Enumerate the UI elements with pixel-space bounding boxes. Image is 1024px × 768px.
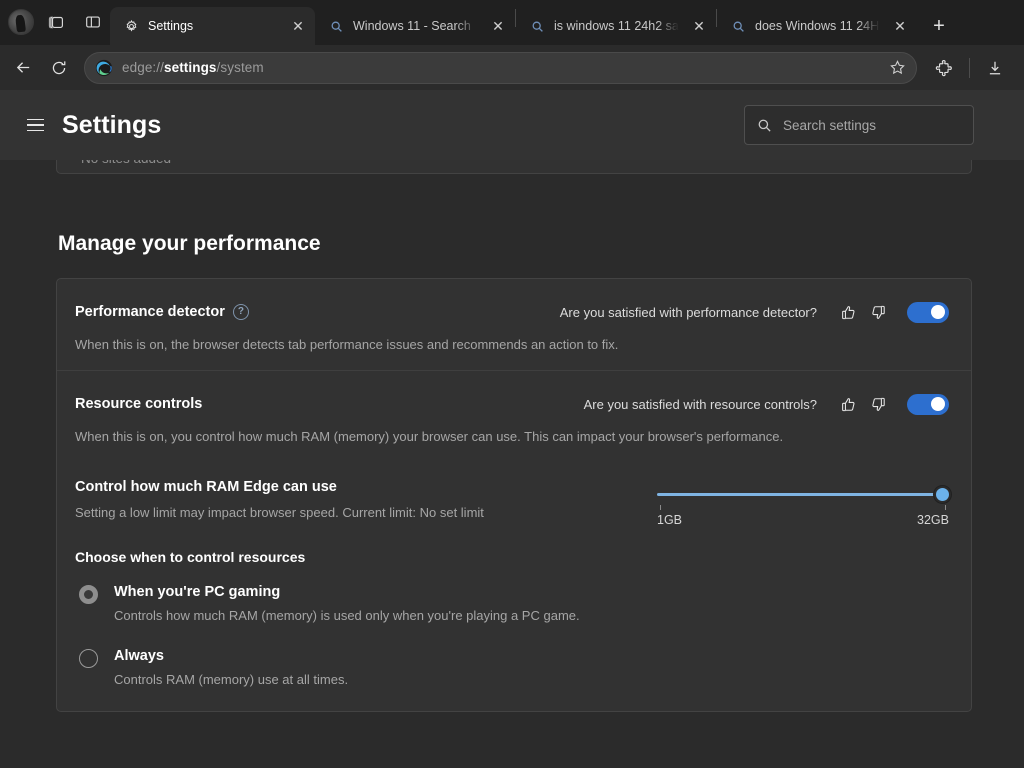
browser-toolbar: edge://settings/system — [0, 45, 1024, 90]
search-icon — [529, 18, 545, 34]
tabstrip-left-controls — [4, 0, 110, 45]
row-performance-detector: Performance detector ? Are you satisfied… — [57, 279, 971, 370]
feedback-prompt: Are you satisfied with resource controls… — [584, 397, 817, 412]
row-controls: Are you satisfied with performance detec… — [560, 297, 949, 327]
settings-content: No sites added Manage your performance P… — [0, 160, 1024, 712]
thumbs-up-icon[interactable] — [833, 297, 863, 327]
row-resource-controls: Resource controls Are you satisfied with… — [57, 370, 971, 462]
no-sites-added-text: No sites added — [81, 160, 171, 166]
edge-logo-icon — [95, 59, 113, 77]
radio-title: Always — [114, 648, 164, 664]
slider-ticks — [657, 505, 949, 512]
tab-title: Windows 11 - Search — [353, 19, 478, 33]
radio-description: Controls RAM (memory) use at all times. — [114, 672, 348, 687]
row-header: Performance detector ? Are you satisfied… — [75, 297, 949, 327]
tab-list: Settings ✕ Windows 11 - Search ✕ — [110, 0, 1018, 45]
performance-card: Performance detector ? Are you satisfied… — [56, 278, 972, 712]
tab-strip: Settings ✕ Windows 11 - Search ✕ — [0, 0, 1024, 45]
slider-scale: 1GB 32GB — [657, 513, 949, 527]
setting-description: When this is on, you control how much RA… — [75, 428, 949, 446]
radio-title: When you're PC gaming — [114, 584, 280, 600]
reload-button[interactable] — [42, 51, 76, 85]
tab-title: Settings — [148, 19, 278, 33]
thumbs-down-icon[interactable] — [863, 389, 893, 419]
url-path: /system — [217, 60, 264, 75]
performance-detector-toggle[interactable] — [907, 302, 949, 323]
settings-search-wrapper — [744, 105, 974, 145]
ram-slider-block: 1GB 32GB — [657, 478, 949, 527]
tab-does-windows-11-24h[interactable]: does Windows 11 24H ✕ — [717, 7, 917, 45]
avatar — [8, 9, 34, 35]
search-icon — [328, 18, 344, 34]
settings-header: Settings — [0, 90, 1024, 160]
radio-group-heading: Choose when to control resources — [75, 549, 949, 565]
tab-close-button[interactable]: ✕ — [287, 15, 309, 37]
radio-button[interactable] — [79, 649, 98, 668]
setting-label: Performance detector — [75, 304, 225, 320]
profile-avatar-button[interactable] — [4, 5, 38, 39]
previous-section-card: No sites added — [56, 160, 972, 174]
tab-title: does Windows 11 24H — [755, 19, 880, 33]
tab-close-button[interactable]: ✕ — [688, 15, 710, 37]
resource-controls-toggle[interactable] — [907, 394, 949, 415]
downloads-button[interactable] — [978, 51, 1012, 85]
radio-text: When you're PC gaming Controls how much … — [114, 583, 580, 623]
search-input[interactable] — [783, 118, 961, 133]
row-header: Resource controls Are you satisfied with… — [75, 389, 949, 419]
search-icon — [730, 18, 746, 34]
tab-close-button[interactable]: ✕ — [889, 15, 911, 37]
toolbar-divider — [969, 58, 970, 78]
new-tab-button[interactable]: + — [923, 10, 955, 42]
menu-hamburger-icon[interactable] — [18, 108, 52, 142]
radio-option-pc-gaming[interactable]: When you're PC gaming Controls how much … — [75, 583, 949, 623]
tab-settings[interactable]: Settings ✕ — [110, 7, 315, 45]
slider-track — [657, 493, 949, 496]
slider-description: Setting a low limit may impact browser s… — [75, 504, 657, 522]
tab-close-button[interactable]: ✕ — [487, 15, 509, 37]
settings-search-box[interactable] — [744, 105, 974, 145]
tab-is-windows-11-24h2[interactable]: is windows 11 24h2 sa ✕ — [516, 7, 716, 45]
favorites-star-icon[interactable] — [882, 55, 912, 81]
slider-labels: Control how much RAM Edge can use Settin… — [75, 478, 657, 522]
search-icon — [757, 118, 772, 133]
thumbs-down-icon[interactable] — [863, 297, 893, 327]
extensions-button[interactable] — [927, 51, 961, 85]
slider-max-label: 32GB — [917, 513, 949, 527]
back-button[interactable] — [6, 51, 40, 85]
slider-min-label: 1GB — [657, 513, 682, 527]
gear-icon — [123, 18, 139, 34]
radio-option-always[interactable]: Always Controls RAM (memory) use at all … — [75, 647, 949, 687]
setting-description: When this is on, the browser detects tab… — [75, 336, 949, 354]
settings-page: Settings No sites added Manage your pe — [0, 90, 1024, 768]
thumbs-up-icon[interactable] — [833, 389, 863, 419]
radio-text: Always Controls RAM (memory) use at all … — [114, 647, 348, 687]
workspaces-button[interactable] — [40, 5, 74, 39]
feedback-prompt: Are you satisfied with performance detec… — [560, 305, 817, 320]
tab-actions-button[interactable] — [76, 5, 110, 39]
radio-description: Controls how much RAM (memory) is used o… — [114, 608, 580, 623]
url-host: settings — [164, 60, 217, 75]
page-title: Settings — [62, 111, 161, 140]
browser-window: Settings ✕ Windows 11 - Search ✕ — [0, 0, 1024, 768]
settings-scroll-area[interactable]: No sites added Manage your performance P… — [0, 160, 1024, 768]
resource-timing-radio-group: Choose when to control resources When yo… — [57, 539, 971, 711]
section-title: Manage your performance — [58, 232, 972, 256]
url-text: edge://settings/system — [122, 60, 882, 75]
ram-slider[interactable] — [657, 484, 949, 504]
split-screen-icon — [84, 13, 102, 31]
row-controls: Are you satisfied with resource controls… — [584, 389, 949, 419]
setting-label: Resource controls — [75, 396, 202, 412]
slider-label: Control how much RAM Edge can use — [75, 479, 657, 495]
row-ram-slider: Control how much RAM Edge can use Settin… — [57, 462, 971, 539]
url-prefix: edge:// — [122, 60, 164, 75]
tab-title: is windows 11 24h2 sa — [554, 19, 679, 33]
tab-windows-11-search[interactable]: Windows 11 - Search ✕ — [315, 7, 515, 45]
radio-button[interactable] — [79, 585, 98, 604]
workspaces-icon — [48, 13, 66, 31]
address-bar[interactable]: edge://settings/system — [84, 52, 917, 84]
slider-thumb[interactable] — [934, 486, 951, 503]
help-icon[interactable]: ? — [233, 304, 249, 320]
